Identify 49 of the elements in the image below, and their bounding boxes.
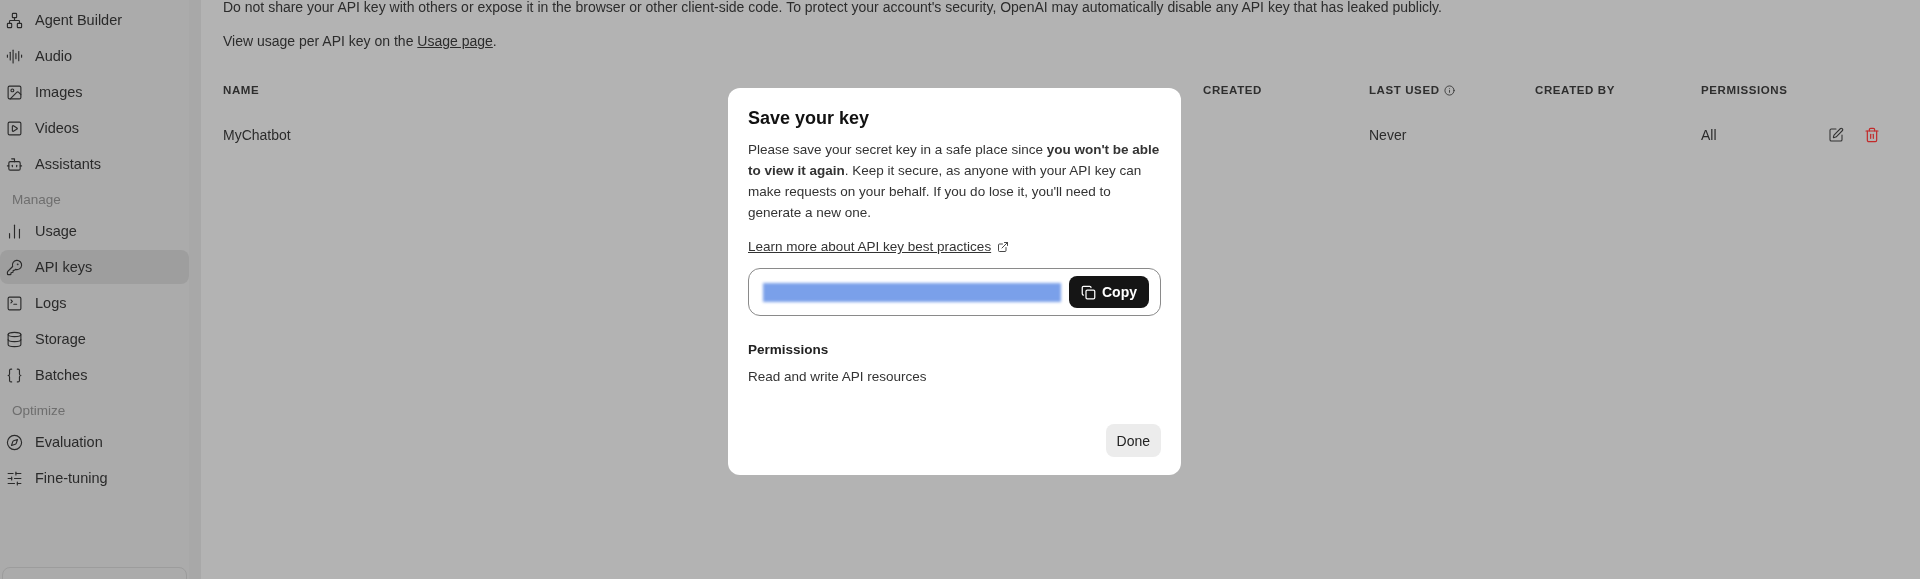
usage-note: View usage per API key on the Usage page.: [223, 32, 498, 51]
best-practices-link[interactable]: Learn more about API key best practices: [748, 239, 1010, 254]
braces-icon: [6, 366, 23, 384]
sidebar-item[interactable]: API keys: [0, 250, 189, 284]
sidebar-heading: Manage: [11, 191, 62, 209]
sidebar-item[interactable]: Agent Builder: [0, 3, 189, 37]
table-cell: Never: [1369, 127, 1407, 143]
copy-button[interactable]: Copy: [1069, 276, 1149, 308]
terminal-icon: [6, 294, 23, 312]
sidebar-item[interactable]: Audio: [0, 39, 189, 73]
table-cell: All: [1701, 127, 1717, 143]
dialog-title: Save your key: [748, 108, 871, 129]
sidebar-item[interactable]: Videos: [0, 111, 189, 145]
column-header: LAST USED: [1369, 84, 1535, 96]
nodes-icon: [6, 11, 23, 29]
sidebar-item[interactable]: Images: [0, 75, 189, 109]
column-header: CREATED BY: [1535, 84, 1616, 96]
done-button[interactable]: Done: [1105, 424, 1161, 457]
column-header: NAME: [223, 84, 261, 96]
permissions-value: Read and write API resources: [748, 369, 928, 384]
sidebar-item[interactable]: Fine-tuning: [0, 461, 189, 495]
sidebar-item[interactable]: Storage: [0, 322, 189, 356]
sidebar-item[interactable]: Usage: [0, 214, 189, 248]
column-header: CREATED: [1203, 84, 1263, 96]
bar-chart-icon: [6, 222, 23, 240]
column-header: PERMISSIONS: [1701, 84, 1789, 96]
compass-icon: [6, 433, 23, 451]
play-icon: [6, 119, 23, 137]
audio-icon: [6, 47, 23, 65]
sidebar-item[interactable]: Batches: [0, 358, 189, 392]
info-icon: [1443, 84, 1455, 96]
external-link-icon: [997, 240, 1010, 253]
permissions-title: Permissions: [748, 342, 830, 357]
image-icon: [6, 83, 23, 101]
sidebar-item[interactable]: Assistants: [0, 147, 189, 181]
usage-link[interactable]: Usage page: [417, 33, 493, 49]
dialog-text: Please save your secret key in a safe place since you won't be able to view it again. Keep it secure, as anyone with your API key can make requests on your behalf. If you do lose it, you'll need to generate a new one.: [748, 141, 1161, 222]
sliders-icon: [6, 469, 23, 487]
sidebar-item[interactable]: Evaluation: [0, 425, 189, 459]
sidebar-heading: Optimize: [11, 402, 67, 420]
table-cell: MyChatbot: [223, 127, 291, 143]
sidebar-item[interactable]: Logs: [0, 286, 189, 320]
robot-icon: [6, 155, 23, 173]
copy-icon: [1081, 284, 1096, 300]
key-icon: [6, 258, 23, 276]
database-icon: [6, 330, 23, 348]
notice-text: Do not share your API key with others or expose it in the browser or other client-side code. To protect your account's security, OpenAI may automatically disable any API key that has leaked publicly.: [223, 0, 1443, 17]
key-field[interactable]: Copy: [748, 268, 1161, 316]
edit-button[interactable]: [1826, 125, 1846, 145]
